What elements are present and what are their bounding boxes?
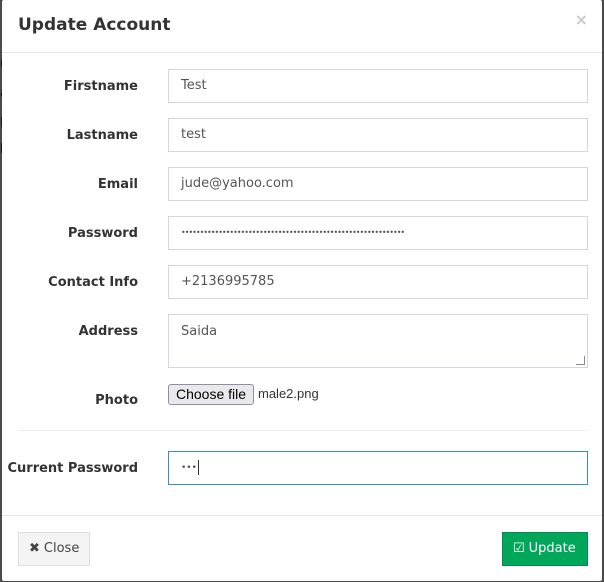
modal-footer: ✖ Close ☑ Update [2, 515, 602, 582]
choose-file-button[interactable]: Choose file [168, 384, 255, 405]
contact-input[interactable]: +2136995785 [168, 265, 588, 299]
address-value: Saida [181, 324, 218, 339]
lastname-input[interactable]: test [168, 118, 588, 152]
current-password-input[interactable]: ••• [168, 451, 588, 485]
email-input[interactable]: jude@yahoo.com [168, 167, 588, 201]
selected-file-name: male2.png [258, 386, 319, 401]
lastname-label: Lastname [66, 128, 138, 143]
resize-grip-icon[interactable] [576, 356, 585, 365]
modal-title: Update Account [18, 15, 171, 35]
address-textarea[interactable]: Saida [168, 314, 588, 368]
photo-label: Photo [95, 393, 138, 408]
current-password-value: ••• [181, 463, 197, 473]
password-label: Password [67, 226, 138, 241]
firstname-input[interactable]: Test [168, 69, 588, 103]
modal-header: Update Account × [2, 0, 602, 53]
close-icon[interactable]: × [575, 12, 588, 28]
firstname-label: Firstname [63, 79, 138, 94]
update-button-label: Update [528, 541, 576, 556]
close-button-label: Close [43, 541, 80, 556]
times-icon: ✖ [29, 541, 40, 556]
close-button[interactable]: ✖ Close [18, 532, 90, 566]
current-password-label: Current Password [7, 461, 138, 476]
contact-label: Contact Info [48, 275, 138, 290]
form-divider [18, 430, 588, 431]
update-account-modal: Update Account × Firstname Test Lastname… [2, 0, 602, 581]
email-label: Email [97, 177, 138, 192]
address-label: Address [78, 324, 138, 339]
update-button[interactable]: ☑ Update [502, 532, 588, 566]
text-caret [197, 460, 199, 475]
check-square-icon: ☑ [513, 541, 525, 556]
password-input[interactable]: ••••••••••••••••••••••••••••••••••••••••… [168, 216, 588, 250]
